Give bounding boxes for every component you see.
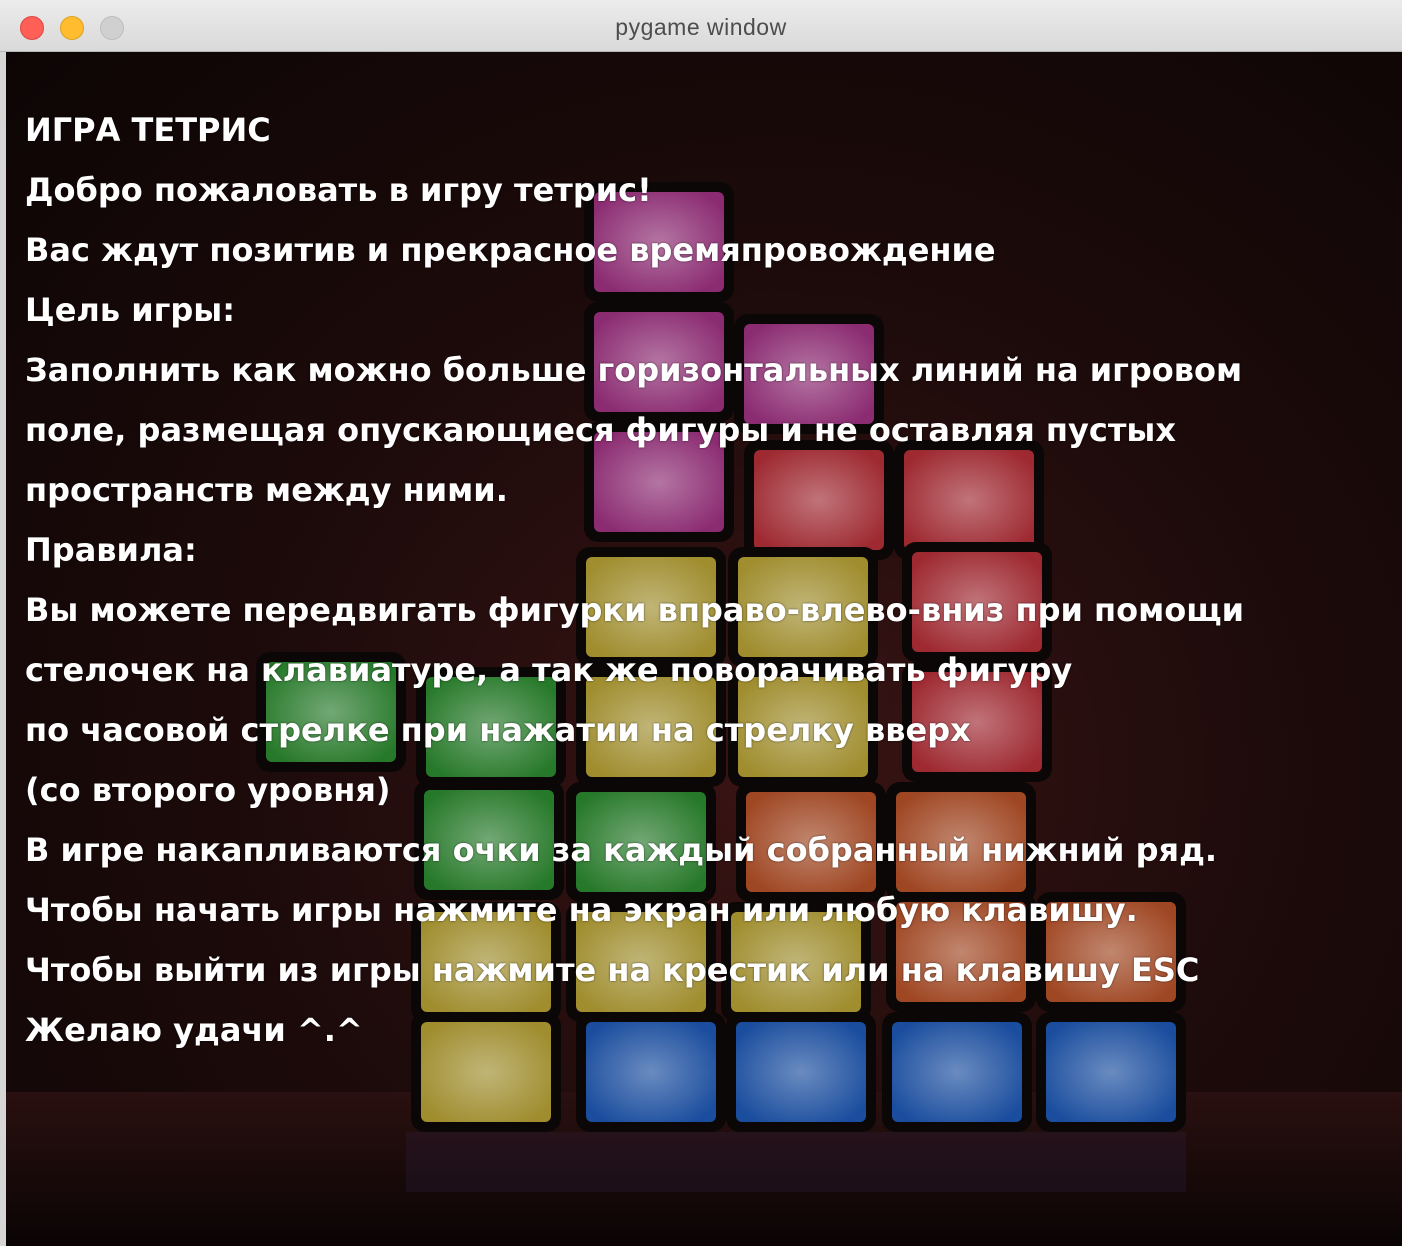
intro-line: Заполнить как можно больше горизонтальны… xyxy=(25,351,1243,389)
start-instruction: Чтобы начать игры нажмите на экран или л… xyxy=(25,891,1138,929)
intro-text: ИГРА ТЕТРИС Добро пожаловать в игру тетр… xyxy=(25,100,1385,1060)
block-reflection xyxy=(406,1132,1186,1192)
rules-heading: Правила: xyxy=(25,531,197,569)
pygame-window: pygame window ИГРА ТЕТРИС Добро пожалова… xyxy=(0,0,1402,1246)
intro-line: Вы можете передвигать фигурки вправо-вле… xyxy=(25,591,1245,629)
intro-line: Вас ждут позитив и прекрасное времяпрово… xyxy=(25,231,996,269)
intro-line: стелочек на клавиатуре, а так же поворач… xyxy=(25,651,1073,689)
game-title: ИГРА ТЕТРИС xyxy=(25,111,271,149)
game-canvas[interactable]: ИГРА ТЕТРИС Добро пожаловать в игру тетр… xyxy=(6,52,1402,1246)
goal-heading: Цель игры: xyxy=(25,291,235,329)
intro-line: В игре накапливаются очки за каждый собр… xyxy=(25,831,1218,869)
good-luck-line: Желаю удачи ^.^ xyxy=(25,1011,363,1049)
title-bar[interactable]: pygame window xyxy=(0,0,1402,52)
exit-instruction: Чтобы выйти из игры нажмите на крестик и… xyxy=(25,951,1200,989)
intro-line: поле, размещая опускающиеся фигуры и не … xyxy=(25,411,1176,449)
window-title: pygame window xyxy=(615,14,787,40)
intro-line: Добро пожаловать в игру тетрис! xyxy=(25,171,652,209)
intro-line: пространств между ними. xyxy=(25,471,508,509)
intro-line: по часовой стрелке при нажатии на стрелк… xyxy=(25,711,971,749)
intro-line: (со второго уровня) xyxy=(25,771,391,809)
